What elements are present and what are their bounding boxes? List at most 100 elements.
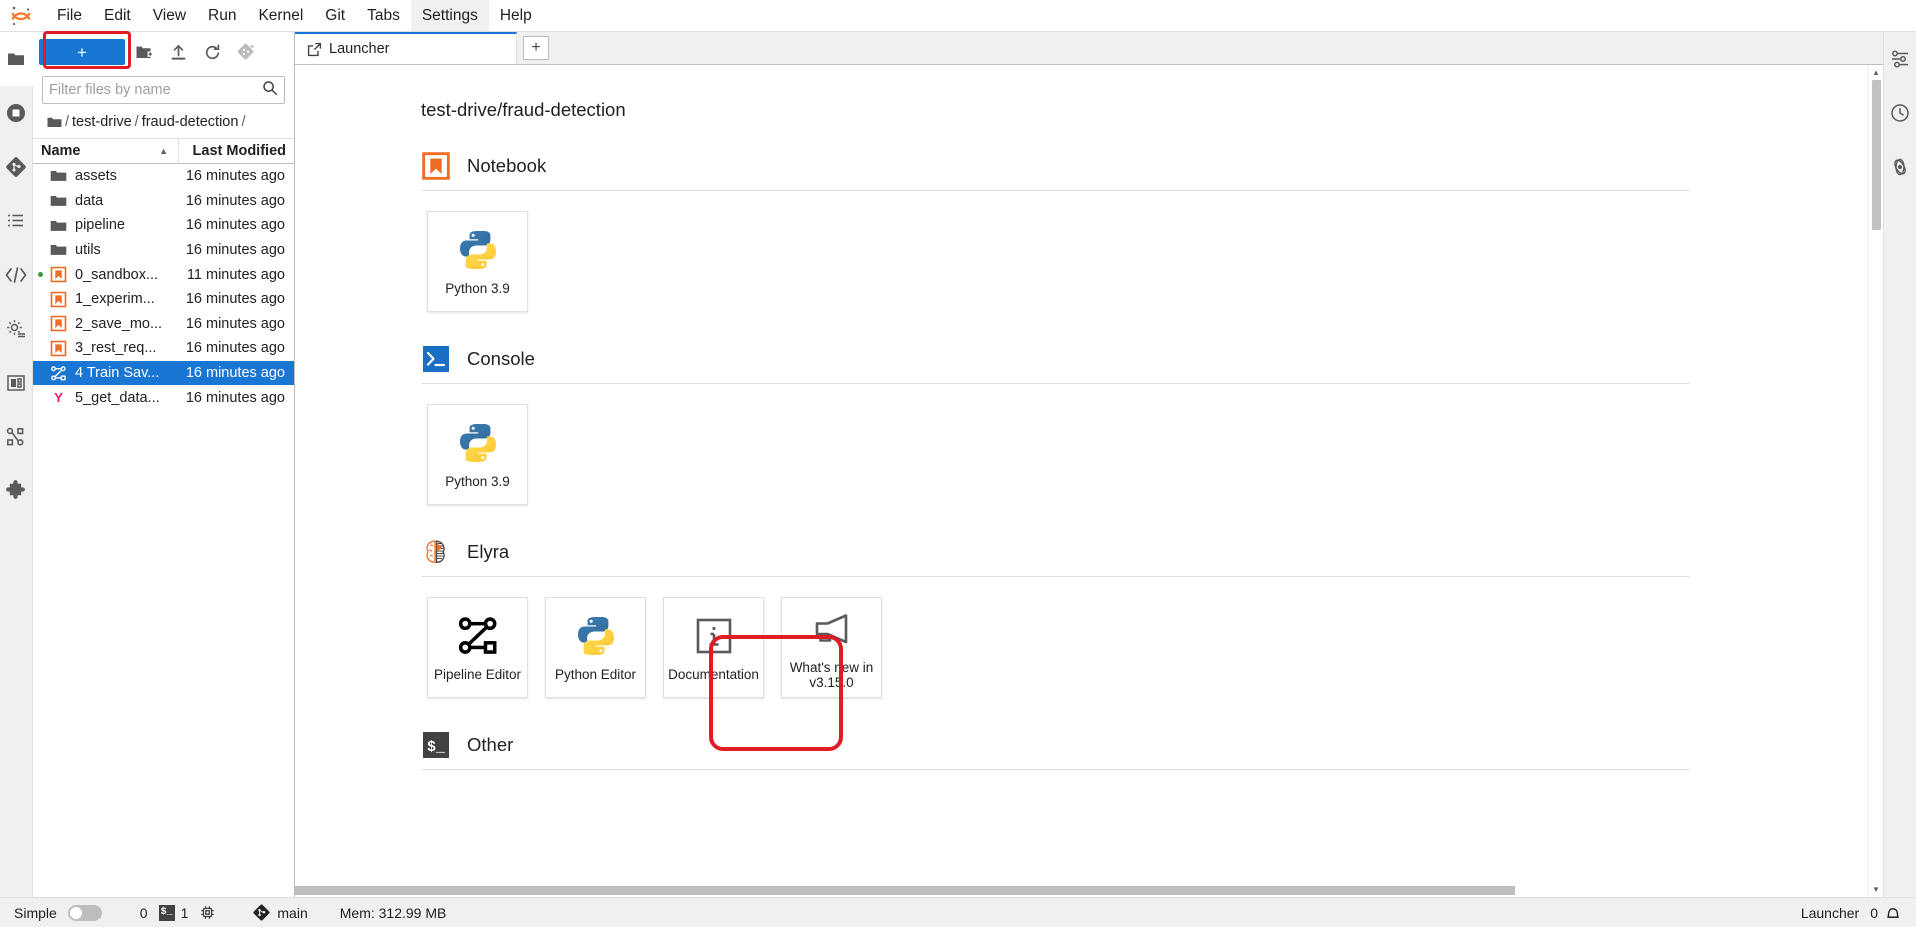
launcher-section-header: $_ Other bbox=[421, 730, 1690, 770]
file-modified: 16 minutes ago bbox=[185, 168, 285, 185]
new-checkpoint-button[interactable] bbox=[231, 38, 261, 66]
refresh-button[interactable] bbox=[197, 38, 227, 66]
menu-git[interactable]: Git bbox=[314, 0, 356, 31]
menu-kernel[interactable]: Kernel bbox=[247, 0, 314, 31]
column-header-name[interactable]: Name ▲ bbox=[33, 143, 178, 159]
launcher-card[interactable]: Python 3.9 bbox=[427, 211, 528, 312]
file-name: 1_experim... bbox=[75, 291, 155, 308]
menu-run[interactable]: Run bbox=[197, 0, 247, 31]
simple-mode-toggle[interactable] bbox=[67, 904, 102, 921]
column-header-last-modified[interactable]: Last Modified bbox=[178, 138, 294, 164]
launcher-content: test-drive/fraud-detection Notebook Pyth… bbox=[295, 65, 1865, 897]
menu-help[interactable]: Help bbox=[489, 0, 543, 31]
tab-launcher[interactable]: Launcher bbox=[295, 32, 517, 64]
file-filter-box[interactable] bbox=[42, 76, 285, 104]
python-icon bbox=[459, 424, 496, 462]
terminal-icon: $_ bbox=[421, 730, 451, 760]
new-checkpoint-icon bbox=[237, 43, 254, 59]
simple-mode-label: Simple bbox=[14, 904, 57, 921]
launcher-card[interactable]: Python 3.9 bbox=[427, 404, 528, 505]
file-row[interactable]: 4 Train Sav... 16 minutes ago bbox=[33, 360, 294, 386]
git-branch-name: main bbox=[277, 904, 308, 921]
file-modified: 16 minutes ago bbox=[185, 291, 285, 308]
sidebar-item-runtimes[interactable] bbox=[0, 302, 33, 356]
breadcrumb-part-0[interactable]: test-drive bbox=[72, 114, 132, 130]
new-folder-icon bbox=[136, 46, 153, 58]
notebook-icon bbox=[421, 151, 451, 181]
notification-status[interactable]: 0 bbox=[1870, 904, 1902, 922]
elyra-brain-icon bbox=[426, 540, 445, 564]
sidebar-item-code-snippets[interactable] bbox=[0, 248, 33, 302]
breadcrumb-separator: / bbox=[65, 114, 70, 130]
file-row[interactable]: pipeline 16 minutes ago bbox=[33, 213, 294, 238]
breadcrumb-part-1[interactable]: fraud-detection bbox=[142, 114, 239, 130]
file-modified: 11 minutes ago bbox=[186, 266, 285, 283]
sidebar-item-pipeline-components[interactable] bbox=[0, 410, 33, 464]
yaml-icon: Y bbox=[45, 389, 71, 406]
cpu-status[interactable] bbox=[199, 904, 216, 921]
launcher-section-header: Elyra bbox=[421, 537, 1690, 577]
file-modified: 16 minutes ago bbox=[185, 389, 285, 406]
breadcrumb: / test-drive / fraud-detection / bbox=[33, 108, 294, 138]
sidebar-item-component-catalogs[interactable] bbox=[0, 356, 33, 410]
kernel-sessions-status[interactable]: 0 bbox=[140, 905, 148, 921]
sidebar-item-running-terminals[interactable] bbox=[0, 86, 33, 140]
folder-icon bbox=[45, 219, 71, 233]
launcher-horizontal-scrollbar[interactable] bbox=[295, 884, 1868, 897]
folder-icon bbox=[50, 220, 66, 231]
launcher-card[interactable]: Documentation bbox=[663, 597, 764, 698]
launcher-section-header: Console bbox=[421, 344, 1690, 384]
file-row[interactable]: assets 16 minutes ago bbox=[33, 164, 294, 189]
launcher-card[interactable]: What's new in v3.15.0 bbox=[781, 597, 882, 698]
sidebar-item-git[interactable] bbox=[0, 140, 33, 194]
file-row[interactable]: 1_experim... 16 minutes ago bbox=[33, 287, 294, 312]
file-row[interactable]: 2_save_mo... 16 minutes ago bbox=[33, 312, 294, 337]
scrollbar-thumb[interactable] bbox=[1872, 80, 1881, 230]
launcher-card-label: Python 3.9 bbox=[445, 281, 510, 296]
menu-tabs[interactable]: Tabs bbox=[356, 0, 411, 31]
scroll-up-arrow-icon[interactable]: ▲ bbox=[1869, 65, 1883, 80]
git-icon bbox=[252, 903, 271, 922]
git-branch-status[interactable]: main bbox=[252, 903, 308, 922]
launcher-card[interactable]: Pipeline Editor bbox=[427, 597, 528, 698]
menu-edit[interactable]: Edit bbox=[93, 0, 142, 31]
sidebar-item-kernel-inspector[interactable] bbox=[1884, 140, 1916, 194]
new-launcher-button[interactable]: + bbox=[39, 39, 125, 65]
folder-icon[interactable] bbox=[47, 116, 62, 129]
file-row[interactable]: 0_sandbox... 11 minutes ago bbox=[33, 262, 294, 287]
menu-settings[interactable]: Settings bbox=[410, 0, 489, 31]
runtimes-gear-icon bbox=[7, 320, 25, 338]
launcher-vertical-scrollbar[interactable]: ▲ ▼ bbox=[1868, 65, 1883, 897]
sidebar-item-file-browser[interactable] bbox=[0, 32, 33, 86]
upload-button[interactable] bbox=[163, 38, 193, 66]
launcher-section: Elyra Pipeline Editor Python Editor Docu… bbox=[421, 537, 1865, 724]
menu-file[interactable]: File bbox=[46, 0, 93, 31]
new-folder-button[interactable] bbox=[129, 38, 159, 66]
python-icon bbox=[574, 613, 618, 659]
sidebar-item-table-of-contents[interactable] bbox=[0, 194, 33, 248]
file-name: utils bbox=[75, 242, 101, 259]
sort-ascending-icon: ▲ bbox=[159, 146, 168, 156]
svg-text:$_: $_ bbox=[427, 739, 446, 756]
sidebar-item-property-inspector[interactable] bbox=[1884, 32, 1916, 86]
scroll-down-arrow-icon[interactable]: ▼ bbox=[1869, 882, 1883, 897]
terminal-sessions-status[interactable]: $_ 1 bbox=[158, 904, 188, 921]
jupyterlab-window: File Edit View Run Kernel Git Tabs Settings Help bbox=[0, 0, 1916, 927]
file-row[interactable]: Y 5_get_data... 16 minutes ago bbox=[33, 385, 294, 410]
menu-view[interactable]: View bbox=[142, 0, 197, 31]
folder-icon bbox=[50, 195, 66, 206]
file-row[interactable]: utils 16 minutes ago bbox=[33, 238, 294, 263]
file-name: 4 Train Sav... bbox=[75, 365, 160, 382]
file-row[interactable]: 3_rest_req... 16 minutes ago bbox=[33, 336, 294, 361]
launcher-card[interactable]: Python Editor bbox=[545, 597, 646, 698]
file-modified: 16 minutes ago bbox=[185, 217, 285, 234]
folder-icon bbox=[50, 171, 66, 182]
file-modified: 16 minutes ago bbox=[185, 315, 285, 332]
search-input[interactable] bbox=[49, 82, 262, 98]
sidebar-item-debugger[interactable] bbox=[1884, 86, 1916, 140]
hscrollbar-thumb[interactable] bbox=[295, 886, 1515, 895]
file-row[interactable]: data 16 minutes ago bbox=[33, 189, 294, 214]
notebook-icon bbox=[50, 266, 66, 283]
sidebar-item-extension-manager[interactable] bbox=[0, 464, 33, 518]
new-tab-button[interactable]: + bbox=[523, 36, 549, 60]
